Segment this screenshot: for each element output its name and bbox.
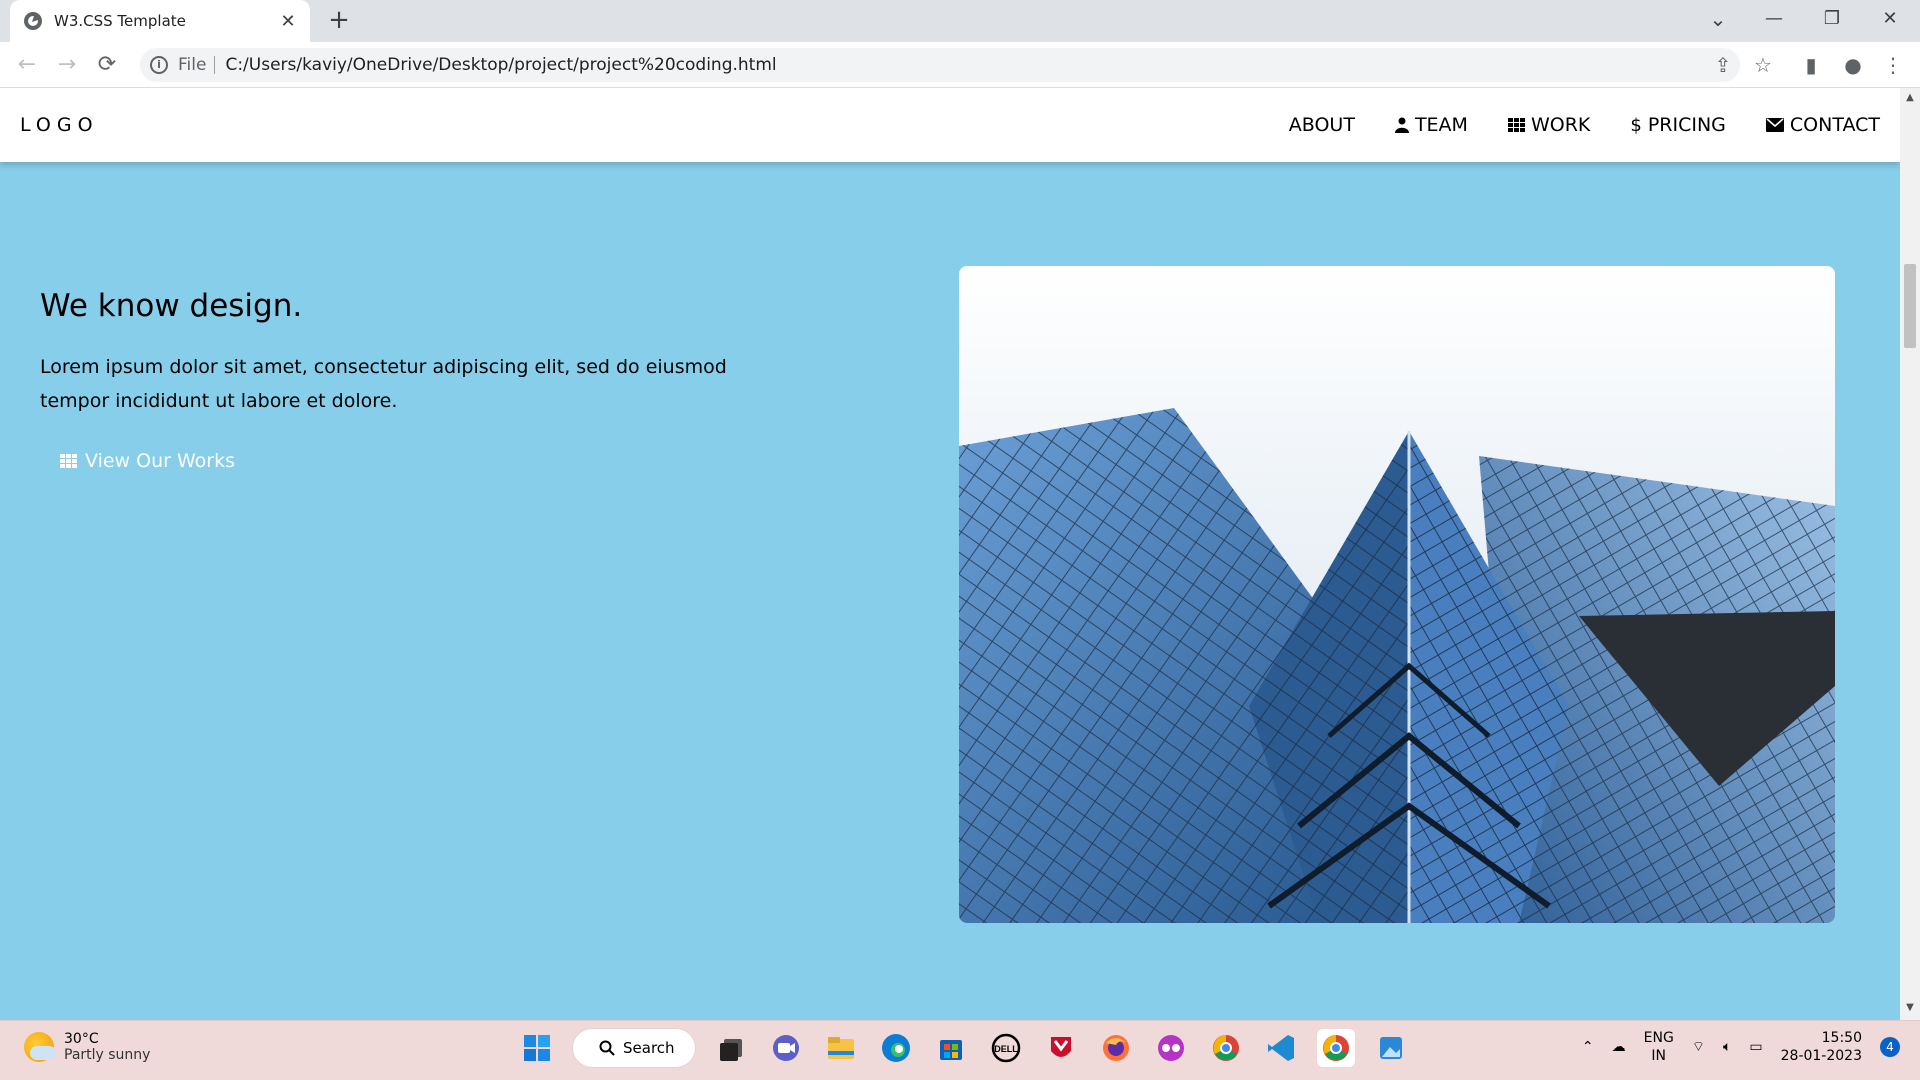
weather-temp: 30°C: [64, 1031, 99, 1047]
url-text[interactable]: C:/Users/kaviy/OneDrive/Desktop/project/…: [225, 55, 776, 75]
clock[interactable]: 15:50 28-01-2023: [1781, 1029, 1862, 1065]
weather-desc: Partly sunny: [64, 1047, 151, 1063]
windows-start-icon[interactable]: [518, 1029, 556, 1067]
nav-team[interactable]: TEAM: [1375, 114, 1488, 136]
tab-title: W3.CSS Template: [54, 12, 186, 30]
nav-about[interactable]: ABOUT: [1269, 114, 1375, 136]
side-panel-icon[interactable]: ▮: [1796, 50, 1826, 80]
forward-button[interactable]: →: [52, 50, 82, 80]
minimize-button[interactable]: —: [1746, 0, 1802, 38]
back-button[interactable]: ←: [12, 50, 42, 80]
hero-text: Lorem ipsum dolor sit amet, consectetur …: [40, 356, 727, 412]
browser-tab[interactable]: W3.CSS Template ✕: [10, 0, 310, 42]
windows-taskbar: 30°C Partly sunny Search DELL ⌃ ☁ ENG IN: [0, 1020, 1920, 1080]
lang-line1: ENG: [1643, 1030, 1674, 1046]
info-icon[interactable]: i: [150, 56, 168, 74]
nav-work-label: WORK: [1530, 114, 1591, 136]
close-window-button[interactable]: ✕: [1862, 0, 1918, 38]
lang-line2: IN: [1651, 1048, 1667, 1064]
nav-contact[interactable]: CONTACT: [1746, 114, 1880, 136]
nav-work[interactable]: WORK: [1488, 114, 1610, 136]
view-works-button[interactable]: View Our Works: [60, 450, 235, 472]
volume-icon[interactable]: 🔈︎: [1723, 1039, 1731, 1055]
microsoft-store-icon[interactable]: [932, 1029, 970, 1067]
restore-button[interactable]: ❐: [1804, 0, 1860, 38]
view-works-label: View Our Works: [85, 450, 235, 472]
chrome-profile-icon[interactable]: [1207, 1029, 1245, 1067]
tab-search-icon[interactable]: ⌄: [1690, 0, 1746, 38]
search-label: Search: [623, 1039, 675, 1057]
notification-badge[interactable]: 4: [1880, 1037, 1900, 1057]
browser-tab-strip: W3.CSS Template ✕ + ⌄ — ❐ ✕: [0, 0, 1920, 42]
address-bar[interactable]: i File C:/Users/kaviy/OneDrive/Desktop/p…: [140, 48, 1740, 82]
nav-contact-label: CONTACT: [1789, 114, 1880, 136]
grid-icon: [60, 454, 77, 468]
share-icon[interactable]: ⇪: [1708, 50, 1738, 80]
tab-close-icon[interactable]: ✕: [278, 11, 298, 32]
task-view-icon[interactable]: [712, 1029, 750, 1067]
scrollbar-thumb[interactable]: [1904, 264, 1916, 348]
system-tray: ⌃ ☁ ENG IN ⌔ 🔈︎ ▭ 15:50 28-01-2023 4: [1582, 1029, 1900, 1065]
page-viewport: LOGO ABOUT TEAM WORK $ PRICING CONTACT W…: [0, 88, 1900, 1020]
dell-icon[interactable]: DELL: [987, 1029, 1025, 1067]
profile-avatar-icon[interactable]: ●: [1838, 50, 1868, 80]
photos-icon[interactable]: [1372, 1029, 1410, 1067]
site-logo[interactable]: LOGO: [20, 88, 99, 162]
nav-pricing-label: PRICING: [1647, 114, 1726, 136]
reload-button[interactable]: ⟳: [92, 50, 122, 80]
skyscraper-illustration: [959, 266, 1835, 923]
scroll-down-arrow[interactable]: ▼: [1904, 1002, 1916, 1013]
battery-icon[interactable]: ▭: [1749, 1039, 1762, 1055]
bookmark-star-icon[interactable]: ☆: [1748, 50, 1778, 80]
dollar-icon: $: [1630, 114, 1642, 136]
hero-title: We know design.: [40, 288, 303, 324]
media-app-icon[interactable]: [1152, 1029, 1190, 1067]
nav-links: ABOUT TEAM WORK $ PRICING CONTACT: [1269, 88, 1880, 162]
search-icon: [599, 1040, 615, 1056]
weather-widget[interactable]: 30°C Partly sunny: [24, 1031, 150, 1063]
menu-kebab-icon[interactable]: ⋮: [1878, 50, 1908, 80]
new-tab-button[interactable]: +: [324, 6, 354, 36]
scroll-up-arrow[interactable]: ▲: [1904, 92, 1916, 103]
envelope-icon: [1765, 118, 1784, 132]
chrome-icon[interactable]: [1317, 1029, 1355, 1067]
clock-date: 28-01-2023: [1780, 1048, 1862, 1064]
edge-browser-icon[interactable]: [877, 1029, 915, 1067]
chevron-up-icon[interactable]: ⌃: [1582, 1039, 1594, 1055]
file-explorer-icon[interactable]: [822, 1029, 860, 1067]
nav-team-label: TEAM: [1414, 114, 1468, 136]
top-navbar: LOGO ABOUT TEAM WORK $ PRICING CONTACT: [0, 88, 1900, 162]
language-indicator[interactable]: ENG IN: [1644, 1029, 1674, 1065]
mcafee-icon[interactable]: [1042, 1029, 1080, 1067]
wifi-icon[interactable]: ⌔: [1692, 1038, 1705, 1056]
user-icon: [1394, 117, 1409, 133]
taskbar-apps: Search DELL: [518, 1029, 1410, 1067]
teams-chat-icon[interactable]: [767, 1029, 805, 1067]
onedrive-cloud-icon[interactable]: ☁: [1612, 1039, 1626, 1055]
page-scrollbar[interactable]: ▲ ▼: [1900, 88, 1920, 1020]
taskbar-search[interactable]: Search: [573, 1029, 695, 1067]
browser-toolbar: ← → ⟳ i File C:/Users/kaviy/OneDrive/Des…: [0, 42, 1920, 88]
partly-sunny-icon: [24, 1032, 56, 1062]
nav-about-label: ABOUT: [1288, 114, 1355, 136]
svg-text:DELL: DELL: [994, 1044, 1018, 1054]
vscode-icon[interactable]: [1262, 1029, 1300, 1067]
globe-icon: [24, 12, 42, 30]
scheme-label: File: [178, 56, 216, 74]
grid-icon: [1507, 118, 1525, 132]
firefox-icon[interactable]: [1097, 1029, 1135, 1067]
nav-pricing[interactable]: $ PRICING: [1610, 114, 1746, 136]
hero-building-image: [959, 266, 1835, 923]
clock-time: 15:50: [1821, 1030, 1862, 1046]
